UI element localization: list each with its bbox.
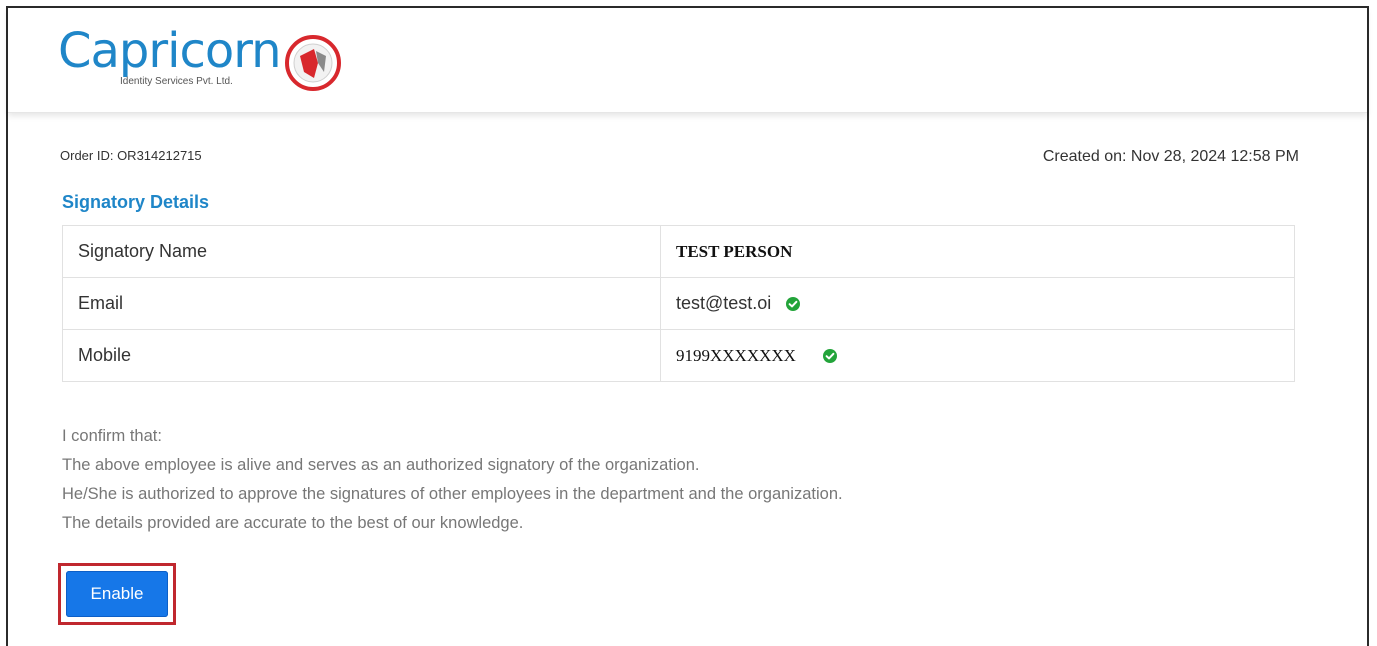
enable-button-highlight: Enable [58, 563, 176, 625]
table-row: Signatory Name TEST PERSON [62, 225, 1295, 278]
section-title: Signatory Details [62, 192, 210, 212]
check-circle-icon [786, 297, 801, 312]
enable-button[interactable]: Enable [66, 571, 168, 617]
row-label: Signatory Name [62, 225, 661, 278]
row-label: Mobile [62, 329, 661, 382]
created-on: Created on: Nov 28, 2024 12:58 PM [1042, 148, 1299, 165]
confirmation-line: I confirm that: [62, 427, 162, 445]
order-id: Order ID: OR314212715 [60, 148, 202, 163]
confirmation-line: The above employee is alive and serves a… [62, 456, 700, 474]
mobile-value: 9199XXXXXXX [676, 346, 796, 365]
confirmation-line: The details provided are accurate to the… [62, 514, 524, 532]
row-value: test@test.oi [660, 277, 1295, 330]
page-frame: Capricorn Identity Services Pvt. Ltd. Or… [6, 6, 1369, 646]
row-label: Email [62, 277, 661, 330]
signatory-name-value: TEST PERSON [676, 242, 793, 261]
brand-logo[interactable]: Capricorn Identity Services Pvt. Ltd. [58, 22, 378, 102]
header-bar: Capricorn Identity Services Pvt. Ltd. [8, 8, 1367, 113]
brand-subtitle: Identity Services Pvt. Ltd. [120, 76, 233, 87]
brand-name: Capricorn [58, 23, 282, 79]
row-value: TEST PERSON [660, 225, 1295, 278]
confirmation-text: I confirm that: The above employee is al… [62, 422, 843, 538]
table-row: Mobile 9199XXXXXXX [62, 329, 1295, 382]
table-row: Email test@test.oi [62, 277, 1295, 330]
confirmation-line: He/She is authorized to approve the sign… [62, 485, 843, 503]
capricorn-mark-icon [285, 35, 341, 91]
row-value: 9199XXXXXXX [660, 329, 1295, 382]
signatory-details-table: Signatory Name TEST PERSON Email test@te… [62, 225, 1295, 382]
email-value: test@test.oi [676, 293, 772, 313]
check-circle-icon [822, 349, 837, 364]
